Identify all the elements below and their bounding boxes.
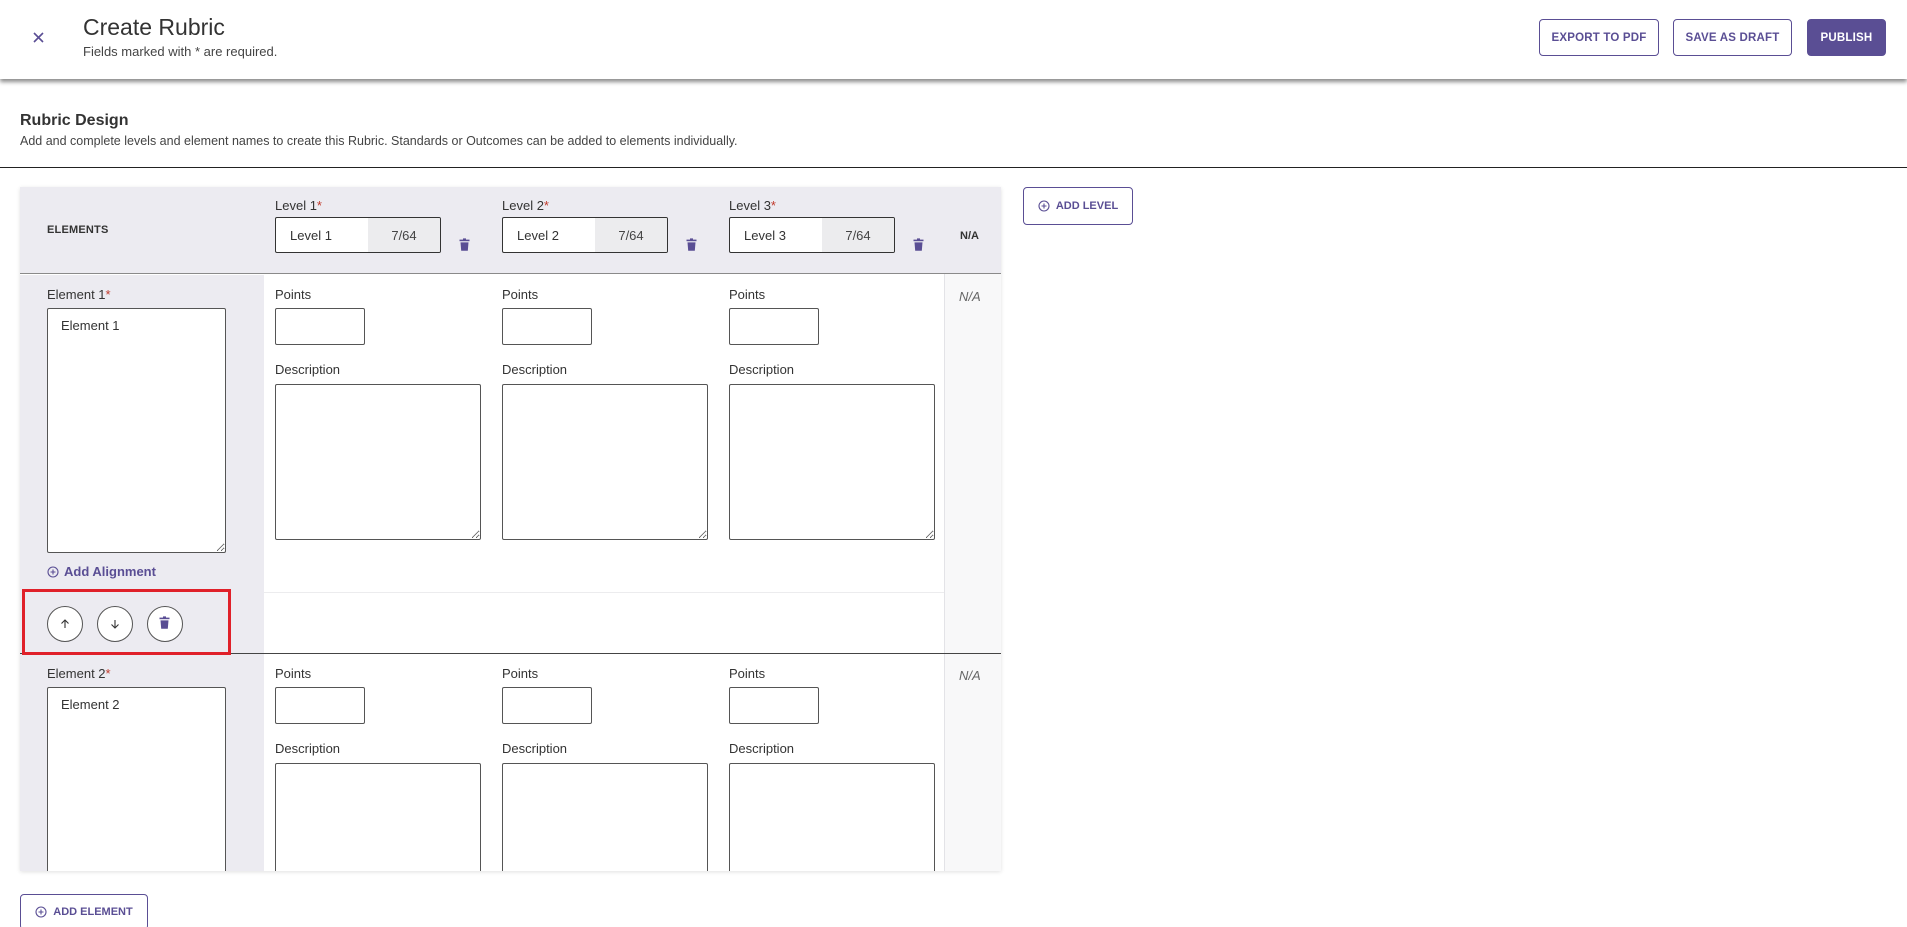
rubric-grid: ELEMENTS N/A Level 1* 7/64 Level 2* 7/64… <box>20 187 1001 871</box>
delete-level-2-button[interactable] <box>685 238 699 254</box>
level-1-char-count: 7/64 <box>368 218 440 252</box>
plus-circle-icon <box>1038 200 1050 212</box>
top-bar: Create Rubric Fields marked with * are r… <box>0 0 1907 79</box>
page-title: Create Rubric <box>83 14 225 40</box>
description-label: Description <box>502 741 568 756</box>
points-label: Points <box>502 666 539 681</box>
points-label: Points <box>275 666 312 681</box>
plus-circle-icon <box>35 906 47 918</box>
section-description: Add and complete levels and element name… <box>20 134 738 148</box>
level-2-label: Level 2* <box>502 198 549 213</box>
element-1-level-3-description[interactable] <box>729 384 935 540</box>
element-2-level-1-description[interactable] <box>275 763 481 871</box>
export-pdf-button[interactable]: EXPORT TO PDF <box>1539 19 1659 56</box>
level-3-input[interactable] <box>730 218 822 252</box>
element-2-level-3-points[interactable] <box>729 687 819 724</box>
level-2-name-field[interactable]: 7/64 <box>502 217 668 253</box>
level-2-char-count: 7/64 <box>595 218 667 252</box>
level-1-label-text: Level 1 <box>275 198 317 213</box>
element-2-level-3-description[interactable] <box>729 763 935 871</box>
element-1-level-1-description[interactable] <box>275 384 481 540</box>
points-label: Points <box>275 287 312 302</box>
plus-circle-icon <box>47 565 59 578</box>
description-label: Description <box>729 741 795 756</box>
level-1-name-field[interactable]: 7/64 <box>275 217 441 253</box>
required-mark: * <box>105 287 111 302</box>
level-3-char-count: 7/64 <box>822 218 894 252</box>
description-label: Description <box>275 741 341 756</box>
trash-icon <box>913 238 924 251</box>
close-icon <box>32 31 44 43</box>
publish-button[interactable]: PUBLISH <box>1807 19 1886 56</box>
highlight-box <box>22 589 231 655</box>
required-mark: * <box>770 198 776 213</box>
level-3-name-field[interactable]: 7/64 <box>729 217 895 253</box>
points-label: Points <box>729 666 766 681</box>
element-2-label-text: Element 2 <box>47 666 106 681</box>
element-2-level-1-points[interactable] <box>275 687 365 724</box>
element-2-na-value: N/A <box>959 668 981 683</box>
required-mark: * <box>316 198 322 213</box>
element-1-level-1-points[interactable] <box>275 308 365 345</box>
required-mark: * <box>105 666 111 681</box>
description-label: Description <box>729 362 795 377</box>
add-level-button[interactable]: ADD LEVEL <box>1023 187 1133 225</box>
delete-level-3-button[interactable] <box>912 238 926 254</box>
level-1-label: Level 1* <box>275 198 322 213</box>
element-2-level-2-points[interactable] <box>502 687 592 724</box>
row-divider <box>264 592 944 593</box>
add-element-label: ADD ELEMENT <box>53 906 133 918</box>
save-draft-button[interactable]: SAVE AS DRAFT <box>1673 19 1792 56</box>
na-column-header: N/A <box>960 230 979 242</box>
element-1-label-text: Element 1 <box>47 287 106 302</box>
element-1-level-2-points[interactable] <box>502 308 592 345</box>
section-title: Rubric Design <box>20 112 129 129</box>
element-1-name-textarea[interactable]: Element 1 <box>47 308 226 553</box>
element-1-label: Element 1* <box>47 287 111 302</box>
level-2-label-text: Level 2 <box>502 198 544 213</box>
level-3-label-text: Level 3 <box>729 198 771 213</box>
close-button[interactable] <box>28 27 48 47</box>
trash-icon <box>459 238 470 251</box>
element-2-label: Element 2* <box>47 666 111 681</box>
element-1-level-3-points[interactable] <box>729 308 819 345</box>
required-mark: * <box>543 198 549 213</box>
delete-level-1-button[interactable] <box>458 238 472 254</box>
add-element-button[interactable]: ADD ELEMENT <box>20 894 148 927</box>
element-2-level-2-description[interactable] <box>502 763 708 871</box>
add-level-label: ADD LEVEL <box>1055 200 1119 212</box>
add-alignment-button[interactable]: Add Alignment <box>47 564 156 579</box>
element-2-name-textarea[interactable]: Element 2 <box>47 687 226 871</box>
level-3-label: Level 3* <box>729 198 776 213</box>
points-label: Points <box>502 287 539 302</box>
add-alignment-label: Add Alignment <box>64 564 156 579</box>
points-label: Points <box>729 287 766 302</box>
section-divider <box>0 167 1907 168</box>
element-1-level-2-description[interactable] <box>502 384 708 540</box>
level-1-input[interactable] <box>276 218 368 252</box>
description-label: Description <box>502 362 568 377</box>
elements-column-header: ELEMENTS <box>47 224 109 236</box>
trash-icon <box>686 238 697 251</box>
element-1-na-value: N/A <box>959 289 981 304</box>
description-label: Description <box>275 362 341 377</box>
page-subtitle: Fields marked with * are required. <box>83 44 278 59</box>
level-2-input[interactable] <box>503 218 595 252</box>
